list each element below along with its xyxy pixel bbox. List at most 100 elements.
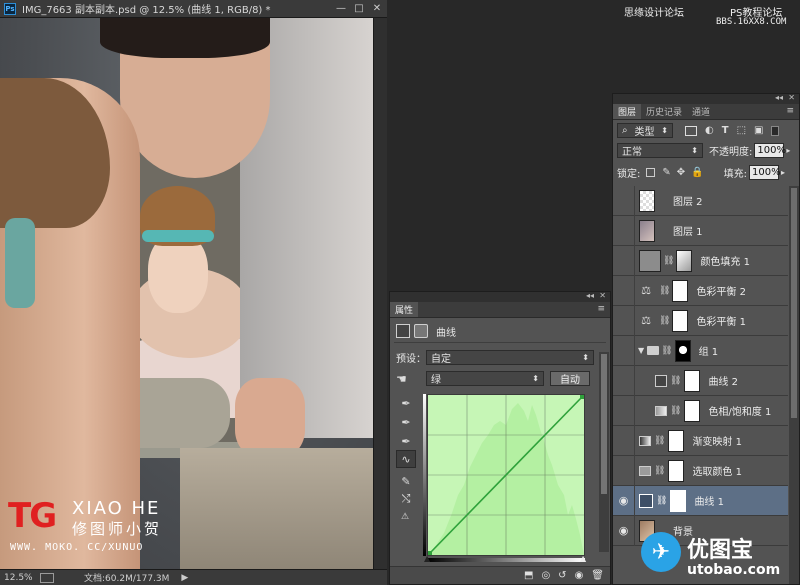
chain-link-icon[interactable]: ⛓ <box>654 466 665 476</box>
mask-thumbnail <box>668 429 685 452</box>
document-title-bar[interactable]: Ps IMG_7663 副本副本.psd @ 12.5% (曲线 1, RGB/… <box>0 0 387 18</box>
lock-image-icon[interactable]: ✎ <box>662 167 670 178</box>
sample-white-eyedropper-icon[interactable]: ✒ <box>398 433 414 449</box>
visibility-toggle-off[interactable] <box>613 335 635 366</box>
draw-curve-pencil-icon[interactable]: ✎ <box>398 473 414 489</box>
visibility-toggle-on[interactable]: ◉ <box>613 515 635 546</box>
layer-row[interactable]: ⚖ ⛓ 色彩平衡 1 <box>613 305 788 336</box>
chain-link-icon[interactable]: ⛓ <box>656 496 667 506</box>
status-menu-arrow-icon[interactable]: ▶ <box>181 573 188 583</box>
channel-select[interactable]: 绿 ⬍ <box>426 371 544 386</box>
visibility-toggle-off[interactable] <box>613 425 635 456</box>
lock-transparent-icon[interactable] <box>646 168 656 177</box>
visibility-toggle-off[interactable] <box>613 275 635 306</box>
fill-input[interactable]: 100% <box>748 165 781 180</box>
layer-row[interactable]: ⛓ 渐变映射 1 <box>613 425 788 456</box>
lock-position-icon[interactable]: ✥ <box>677 167 685 178</box>
opacity-dropdown-icon[interactable]: ▸ <box>786 146 790 155</box>
layer-row[interactable]: ⛓ 曲线 2 <box>613 365 788 396</box>
smooth-curve-icon[interactable]: ⤭ <box>398 491 414 507</box>
layer-row[interactable]: 图层 1 <box>613 215 788 246</box>
layer-row[interactable]: 图层 2 <box>613 186 788 216</box>
filter-kind-select[interactable]: ⌕ 类型 ⬍ <box>617 123 673 138</box>
tab-channels[interactable]: 通道 <box>687 104 715 119</box>
lock-all-icon[interactable]: 🔒 <box>691 167 703 178</box>
tab-properties[interactable]: 属性 <box>390 302 419 317</box>
white-point-slider[interactable]: ▲ <box>580 554 586 563</box>
group-expand-icon[interactable]: ▼ <box>638 346 644 355</box>
visibility-toggle-off[interactable] <box>613 395 635 426</box>
layer-row[interactable]: ⚖ ⛓ 色彩平衡 2 <box>613 275 788 306</box>
reset-icon[interactable]: ↺ <box>558 570 566 581</box>
layers-scroll-thumb[interactable] <box>791 188 797 418</box>
properties-scroll-thumb[interactable] <box>601 354 607 494</box>
properties-scrollbar[interactable] <box>599 352 609 552</box>
curves-graph[interactable] <box>427 394 585 556</box>
chain-link-icon[interactable]: ⛓ <box>663 256 674 266</box>
document-canvas[interactable]: TG XIAO HE 修图师小贺 WWW. MOKO. CC/XUNUO <box>0 18 373 569</box>
clip-to-layer-icon[interactable]: ⬒ <box>524 570 533 581</box>
curve-point-white[interactable] <box>580 395 584 399</box>
layer-row-selected[interactable]: ◉ ⛓ 曲线 1 <box>613 485 788 516</box>
layer-row[interactable]: ⛓ 色相/饱和度 1 <box>613 395 788 426</box>
clipping-warning-icon[interactable]: ⚠ <box>397 509 413 525</box>
chain-link-icon[interactable]: ⛓ <box>659 286 670 296</box>
mask-icon[interactable] <box>414 324 428 338</box>
collapse-panel-icon[interactable]: ◂◂ <box>586 291 594 300</box>
filter-type-icon[interactable]: T <box>722 125 729 136</box>
filter-shape-icon[interactable]: ⬚ <box>737 125 746 136</box>
blend-mode-select[interactable]: 正常 ⬍ <box>617 143 703 158</box>
tab-layers[interactable]: 图层 <box>613 104 642 119</box>
chain-link-icon[interactable]: ⛓ <box>670 376 681 386</box>
status-info-icon[interactable] <box>40 572 54 583</box>
zoom-level[interactable]: 12.5% <box>4 573 40 583</box>
sample-gray-eyedropper-icon[interactable]: ✒ <box>398 414 414 430</box>
visibility-toggle-off[interactable] <box>613 245 635 276</box>
photo-groom-hair <box>100 18 270 58</box>
layer-row[interactable]: ⛓ 选取颜色 1 <box>613 455 788 486</box>
sample-black-eyedropper-icon[interactable]: ✒ <box>398 395 414 411</box>
filter-toggle-icon[interactable] <box>771 125 780 136</box>
panel-menu-icon[interactable]: ≡ <box>786 106 794 116</box>
visibility-toggle-off[interactable] <box>613 186 635 216</box>
curves-adjustment-icon <box>639 493 653 508</box>
layer-row[interactable]: ⛓ 颜色填充 1 <box>613 245 788 276</box>
mask-thumbnail <box>684 369 701 392</box>
filter-smart-object-icon[interactable]: ▣ <box>754 125 763 136</box>
visibility-toggle-off[interactable] <box>613 365 635 396</box>
collapse-panel-icon[interactable]: ◂◂ <box>775 93 783 102</box>
chain-link-icon[interactable]: ⛓ <box>661 346 672 356</box>
opacity-input[interactable]: 100% <box>754 143 786 158</box>
chain-link-icon[interactable]: ⛓ <box>654 436 665 446</box>
preset-select[interactable]: 自定 ⬍ <box>426 350 594 365</box>
visibility-toggle-off[interactable] <box>613 305 635 336</box>
filter-adjustment-icon[interactable]: ◐ <box>705 125 714 136</box>
edit-points-curve-icon[interactable]: ∿ <box>396 450 416 468</box>
curves-svg <box>428 395 584 555</box>
target-adjust-hand-icon[interactable]: ☚ <box>396 372 418 386</box>
visibility-toggle-off[interactable] <box>613 455 635 486</box>
visibility-icon[interactable]: ◉ <box>575 570 584 581</box>
chain-link-icon[interactable]: ⛓ <box>670 406 681 416</box>
group-row[interactable]: ▼ ⛓ 组 1 <box>613 335 788 366</box>
close-panel-icon[interactable]: ✕ <box>599 291 606 300</box>
view-previous-state-icon[interactable]: ◎ <box>541 570 550 581</box>
minimize-button[interactable]: — <box>334 2 348 15</box>
panel-menu-icon[interactable]: ≡ <box>597 304 605 314</box>
fill-dropdown-icon[interactable]: ▸ <box>781 168 785 177</box>
chain-link-icon[interactable]: ⛓ <box>659 316 670 326</box>
visibility-toggle-off[interactable] <box>613 215 635 246</box>
vertical-scrollbar[interactable] <box>373 18 387 569</box>
layers-panel-topbar[interactable]: ◂◂ ✕ <box>613 93 799 104</box>
eye-icon: ◉ <box>618 494 629 507</box>
maximize-button[interactable]: □ <box>352 2 366 15</box>
layer-thumbnail <box>639 219 655 242</box>
filter-pixel-icon[interactable] <box>685 125 697 136</box>
tab-history[interactable]: 历史记录 <box>641 104 687 119</box>
close-button[interactable]: ✕ <box>370 2 384 15</box>
auto-button[interactable]: 自动 <box>550 371 590 386</box>
visibility-toggle-on[interactable]: ◉ <box>613 485 635 516</box>
properties-panel-topbar[interactable]: ◂◂ ✕ <box>390 291 610 302</box>
delete-icon[interactable]: 🗑 <box>591 570 604 581</box>
close-panel-icon[interactable]: ✕ <box>788 93 795 102</box>
